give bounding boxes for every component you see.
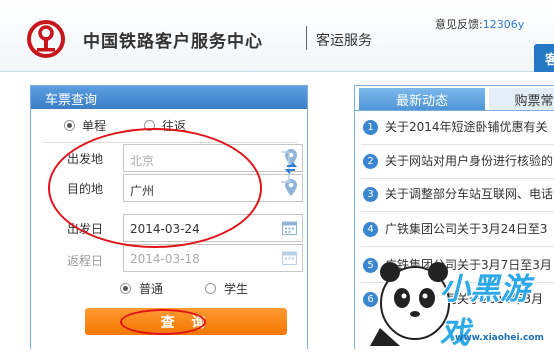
news-number-badge: 1: [363, 120, 378, 135]
brand-divider: [306, 26, 307, 50]
news-divider: [361, 178, 554, 179]
news-divider: [361, 144, 554, 145]
news-number-badge: 2: [363, 154, 378, 169]
top-nav-button[interactable]: 客: [534, 44, 554, 72]
news-item-text: 关于调整部分车站互联网、电话: [385, 187, 554, 201]
ticket-type-student-label: 学生: [224, 282, 249, 296]
ticket-type-normal-radio[interactable]: [120, 283, 131, 294]
watermark-url: www.xiaohei.com: [455, 333, 544, 343]
tab-faq[interactable]: 购票常: [489, 88, 554, 110]
return-date-value: 2014-03-18: [130, 252, 200, 266]
annotation-ellipse-form: [48, 128, 262, 248]
site-header: 中国铁路客户服务中心 客运服务 意见反馈:12306y 客: [0, 0, 554, 72]
railway-logo-icon: [27, 20, 65, 58]
feedback-label: 意见反馈:: [435, 18, 483, 31]
news-item[interactable]: 3 关于调整部分车站互联网、电话: [363, 185, 553, 205]
site-subtitle: 客运服务: [316, 33, 372, 49]
tab-latest-news[interactable]: 最新动态: [359, 88, 485, 110]
ticket-type-normal-label: 普通: [139, 282, 164, 296]
news-divider: [361, 211, 554, 212]
site-brand-title: 中国铁路客户服务中心: [83, 32, 263, 52]
news-item[interactable]: 1 关于2014年短途卧铺优惠有关: [363, 118, 548, 138]
ticket-type-student-radio[interactable]: [205, 283, 216, 294]
swap-stations-icon[interactable]: [279, 150, 297, 184]
calendar-icon[interactable]: [282, 250, 297, 265]
news-item-text: 关于2014年短途卧铺优惠有关: [385, 120, 548, 134]
tab-underline: [355, 110, 554, 111]
annotation-ellipse-search: [120, 309, 206, 335]
calendar-icon[interactable]: [282, 220, 297, 235]
news-number-badge: 3: [363, 187, 378, 202]
news-item-text: 广铁集团公司关于3月24日至3: [385, 222, 548, 236]
news-number-badge: 4: [363, 222, 378, 237]
feedback-email[interactable]: 12306y: [483, 18, 525, 31]
feedback-link[interactable]: 意见反馈:12306y: [435, 16, 524, 32]
return-date-label: 返程日: [67, 254, 104, 268]
ticket-panel-title: 车票查询: [31, 86, 307, 109]
news-item-text: 关于网站对用户身份进行核验的: [385, 154, 554, 168]
news-item[interactable]: 2 关于网站对用户身份进行核验的: [363, 152, 553, 172]
return-date-input[interactable]: 2014-03-18: [123, 244, 303, 272]
oneway-label: 单程: [82, 119, 107, 133]
news-item[interactable]: 4 广铁集团公司关于3月24日至3: [363, 220, 548, 240]
oneway-radio[interactable]: [64, 120, 75, 131]
news-divider: [361, 246, 554, 247]
